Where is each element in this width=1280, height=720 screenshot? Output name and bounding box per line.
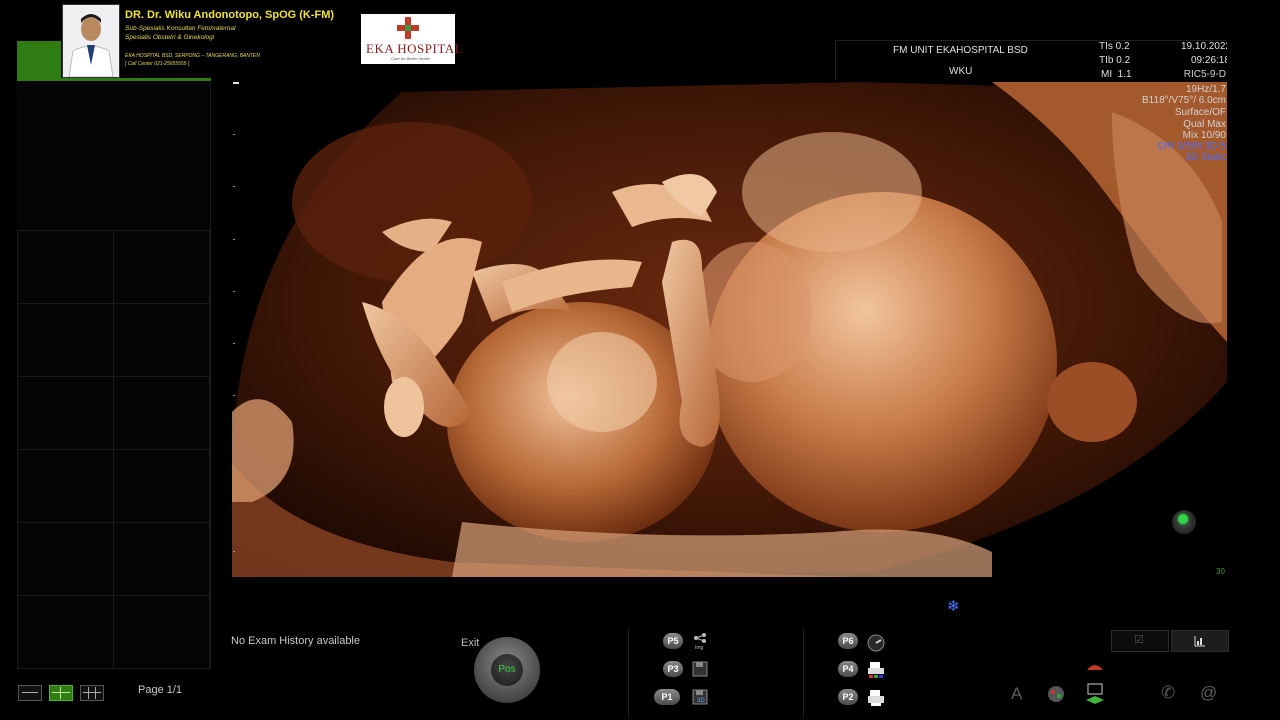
pos-knob[interactable]: Pos xyxy=(474,637,540,703)
threeD-label: 3D xyxy=(697,698,705,704)
depth-tick xyxy=(233,186,235,187)
depth-marker: 30 xyxy=(1216,567,1225,576)
depth-tick xyxy=(233,395,235,396)
exit-label[interactable]: Exit xyxy=(461,637,479,649)
annotation-icon[interactable] xyxy=(1047,685,1067,703)
tab-chart[interactable] xyxy=(1171,630,1229,652)
layout-quad-button[interactable] xyxy=(49,685,73,701)
depth-tick xyxy=(233,447,235,448)
mix-setting: Mix 10/90 xyxy=(1182,130,1226,141)
save-3d-icon[interactable]: 3D xyxy=(692,689,710,707)
right-edge-mask xyxy=(1227,38,1280,598)
printer-icon[interactable] xyxy=(867,689,885,707)
exam-history-status: No Exam History available xyxy=(231,635,360,647)
color-printer-icon[interactable] xyxy=(867,661,885,679)
thumbnail-grid xyxy=(17,230,210,670)
depth-tick xyxy=(233,499,235,500)
operator-initials: WKU xyxy=(949,66,973,77)
p6-button[interactable]: P6 xyxy=(838,633,858,649)
header-divider xyxy=(835,40,1225,41)
trackball-indicator-icon xyxy=(1172,510,1196,534)
snowflake-icon[interactable]: ❄ xyxy=(947,597,960,615)
acquisition-mode: 3D Static xyxy=(1185,152,1226,163)
doctor-specialty: Spesialis Obstetri & Ginekologi xyxy=(125,34,215,41)
bar-chart-icon xyxy=(1194,636,1205,647)
tib-value: TIb 0.2 xyxy=(1099,55,1131,66)
p3-button[interactable]: P3 xyxy=(663,661,683,677)
depth-tick xyxy=(233,134,235,135)
p1-button[interactable]: P1 xyxy=(654,689,680,705)
volume-angle: B118°/V75°/ 6.0cm xyxy=(1142,95,1226,106)
hospital-logo: EKA HOSPITAL Care for Better Health xyxy=(361,14,463,64)
gauge-icon[interactable] xyxy=(867,634,885,652)
page-indicator: Page 1/1 xyxy=(138,684,183,696)
green-accent-line xyxy=(61,78,211,81)
depth-tick xyxy=(233,343,235,344)
phone-icon[interactable]: ✆ xyxy=(1161,683,1175,703)
depth-tick xyxy=(233,239,235,240)
layout-single-button[interactable] xyxy=(18,685,42,701)
img-label: Img xyxy=(695,645,704,651)
frame-rate: 19Hz/1.7 xyxy=(1185,84,1226,95)
p4-button[interactable]: P4 xyxy=(838,661,858,677)
tab-report[interactable]: ☑ xyxy=(1111,630,1169,652)
scale-top-marker xyxy=(233,82,239,84)
at-icon[interactable]: @ xyxy=(1200,683,1217,703)
edit-icon: ☑ xyxy=(1134,634,1144,646)
doctor-subspecialty: Sub-Spesialis Konsultan Fetomaternal xyxy=(125,25,236,32)
doctor-name: DR. Dr. Wiku Andonotopo, SpOG (K-FM) xyxy=(125,9,335,21)
quality-setting: Qual Max xyxy=(1183,119,1226,130)
facility-title: FM UNIT EKAHOSPITAL BSD xyxy=(893,45,1028,56)
thumbnail-panel xyxy=(17,82,211,670)
pos-label: Pos xyxy=(491,654,523,686)
tis-value: TIs 0.2 xyxy=(1099,41,1130,52)
hospital-name: EKA HOSPITAL xyxy=(366,41,464,56)
exam-date: 19.10.2022 xyxy=(1181,41,1232,52)
exam-time: 09:26:18 xyxy=(1191,55,1230,66)
doctor-address: EKA HOSPITAL BSD, SERPONG – TANGERANG, B… xyxy=(125,53,260,59)
view-tabs: ☑ xyxy=(1111,630,1229,652)
divider xyxy=(628,628,629,718)
doctor-photo xyxy=(62,4,120,78)
depth-tick xyxy=(233,291,235,292)
p5-button[interactable]: P5 xyxy=(663,633,683,649)
p2-button[interactable]: P2 xyxy=(838,689,858,705)
sri-setting: CRI 3/SRI 3D 5 xyxy=(1157,141,1226,152)
bodymark-icon[interactable] xyxy=(1084,660,1106,706)
save-icon[interactable] xyxy=(692,661,710,679)
doctor-callcenter: [ Call Center 021-25655555 ] xyxy=(125,61,190,67)
green-status-block xyxy=(17,41,61,81)
header-divider-vertical xyxy=(835,40,836,80)
divider xyxy=(803,628,804,718)
text-icon[interactable]: A xyxy=(1011,684,1022,704)
render-mode: Surface/OF xyxy=(1174,107,1226,118)
hospital-tagline: Care for Better Health xyxy=(391,56,430,61)
ultrasound-3d-render[interactable] xyxy=(232,82,1227,577)
probe-name: RIC5-9-D xyxy=(1183,69,1226,80)
depth-tick xyxy=(233,551,235,552)
layout-grid-button[interactable] xyxy=(80,685,104,701)
medical-cross-icon xyxy=(397,17,419,39)
mi-value: MI 1.1 xyxy=(1101,69,1132,80)
share-icon[interactable]: Img xyxy=(692,632,708,652)
